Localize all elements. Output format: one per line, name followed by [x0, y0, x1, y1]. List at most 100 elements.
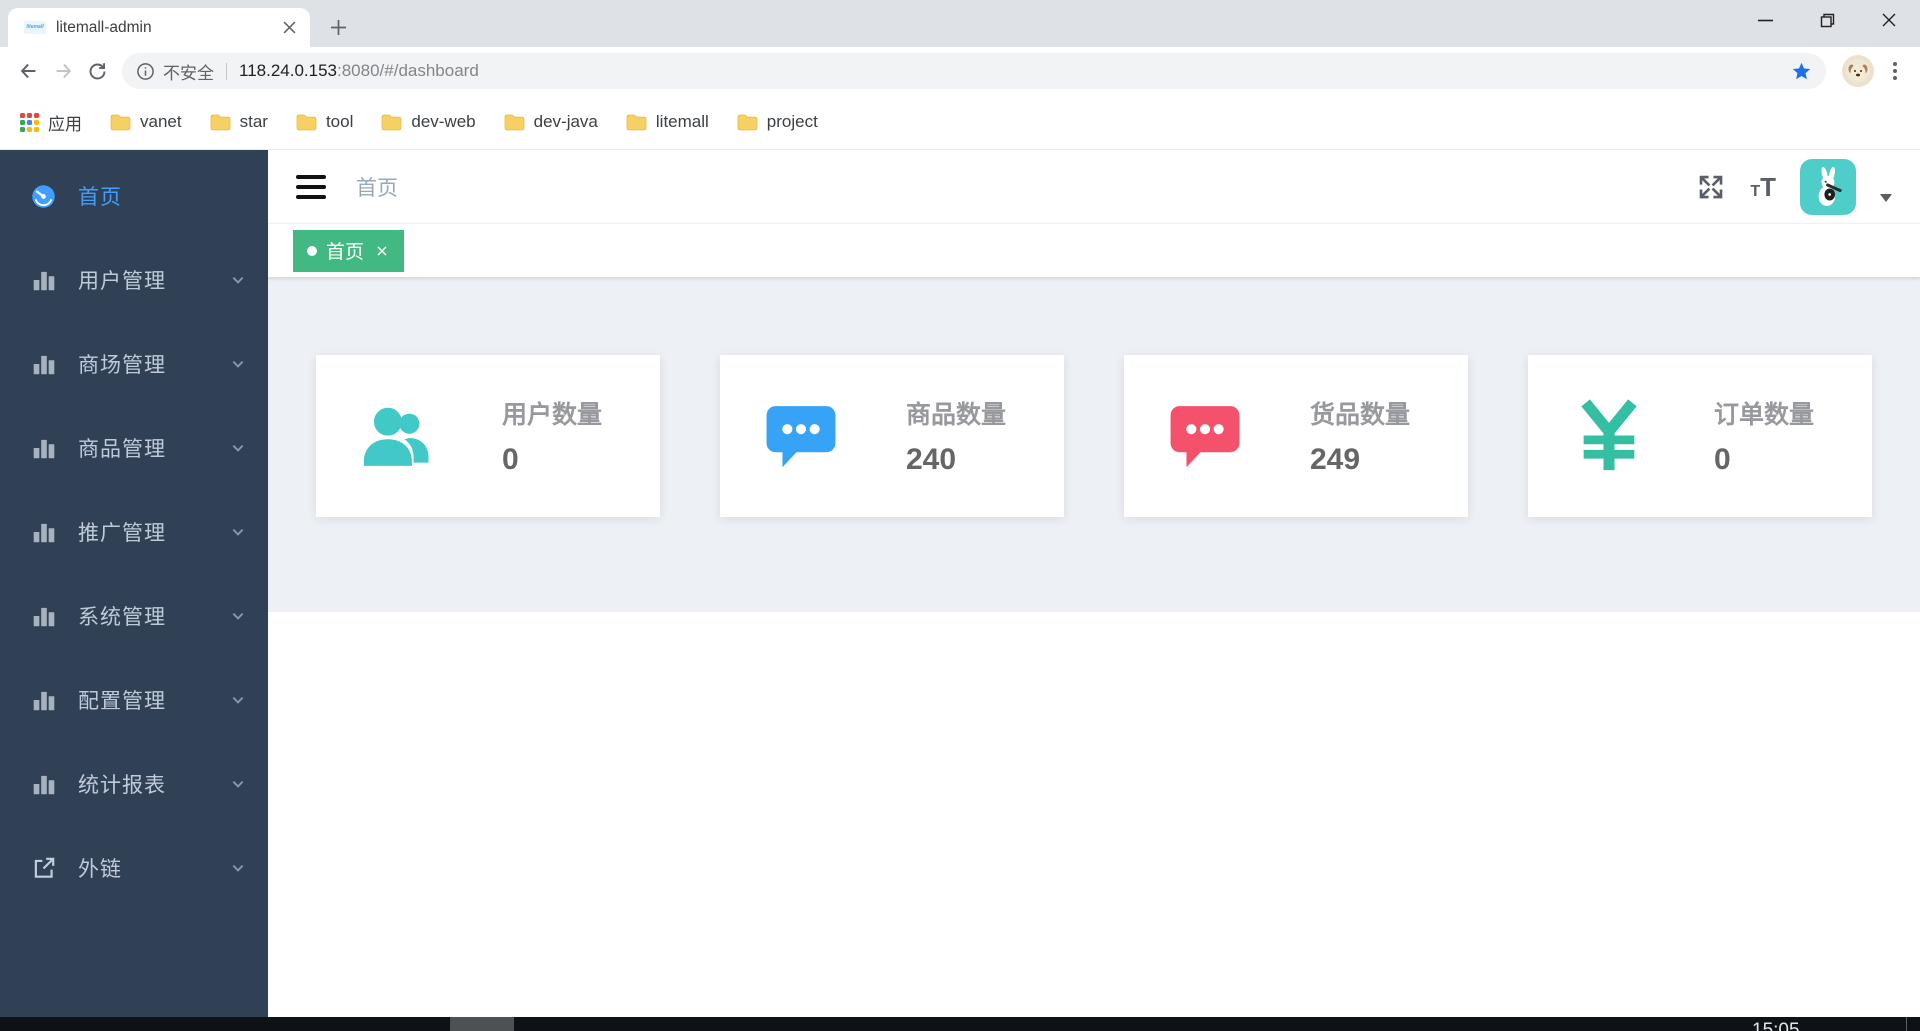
- new-tab-button[interactable]: [324, 13, 352, 41]
- tab-close-icon[interactable]: [280, 19, 298, 37]
- bookmark-folder[interactable]: tool: [290, 108, 365, 136]
- browser-tab-strip: litemall litemall-admin: [0, 0, 1920, 47]
- hamburger-icon[interactable]: [296, 174, 326, 199]
- tag-item[interactable]: 首页: [293, 229, 405, 272]
- chevron-down-icon: [230, 776, 246, 792]
- sidebar-item[interactable]: 配置管理: [0, 658, 268, 742]
- apps-shortcut[interactable]: 应用: [14, 106, 94, 139]
- chevron-down-icon: [230, 440, 246, 456]
- sidebar-item[interactable]: 商场管理: [0, 322, 268, 406]
- browser-tab[interactable]: litemall litemall-admin: [8, 8, 310, 47]
- bookmark-star-icon[interactable]: [1791, 61, 1812, 82]
- content-blank: [268, 612, 1920, 1017]
- stat-card: 订单数量 0: [1528, 355, 1872, 517]
- bar-chart-icon: [30, 771, 57, 798]
- back-button[interactable]: [12, 54, 46, 88]
- folder-icon: [296, 114, 317, 131]
- url-path: :8080/#/dashboard: [337, 61, 479, 80]
- stat-card-value: 0: [1714, 443, 1731, 476]
- avatar-dropdown-caret[interactable]: [1880, 193, 1892, 202]
- folder-icon: [626, 114, 647, 131]
- sidebar: 首页 用户管理 商场管理 商品管理 推广管理 系统管理 配置管理 统计报表 外链: [0, 150, 268, 1017]
- users-icon: [358, 397, 436, 475]
- chat-bubble-icon: [762, 397, 840, 475]
- bookmark-folder-label: project: [766, 112, 818, 131]
- sidebar-item[interactable]: 系统管理: [0, 574, 268, 658]
- user-avatar[interactable]: [1800, 158, 1856, 215]
- folder-icon: [210, 114, 231, 131]
- bookmark-folder[interactable]: dev-web: [375, 108, 487, 136]
- sidebar-item-label: 商品管理: [78, 438, 166, 461]
- font-size-icon[interactable]: TT: [1750, 174, 1776, 200]
- bookmark-folder-label: star: [239, 112, 268, 131]
- bookmark-folder-label: litemall: [655, 112, 709, 131]
- url-host: 118.24.0.153: [239, 61, 337, 80]
- stat-card: 货品数量 249: [1124, 355, 1468, 517]
- bar-chart-icon: [30, 267, 57, 294]
- minimize-button[interactable]: [1734, 0, 1796, 40]
- external-link-icon: [30, 855, 57, 882]
- apps-grid-icon: [20, 112, 39, 132]
- stat-card-title: 用户数量: [502, 401, 603, 429]
- tab-title: litemall-admin: [56, 18, 152, 36]
- sidebar-item-label: 用户管理: [78, 270, 166, 293]
- app-window: 首页 用户管理 商场管理 商品管理 推广管理 系统管理 配置管理 统计报表 外链…: [0, 150, 1920, 1017]
- bookmark-folder[interactable]: star: [204, 108, 280, 136]
- sidebar-item-label: 统计报表: [78, 774, 166, 797]
- chevron-down-icon: [230, 692, 246, 708]
- sidebar-item[interactable]: 用户管理: [0, 238, 268, 322]
- bookmark-folder-label: vanet: [140, 112, 182, 131]
- bar-chart-icon: [30, 603, 57, 630]
- bookmark-folder-label: dev-java: [533, 112, 598, 131]
- bar-chart-icon: [30, 435, 57, 462]
- tags-view: 首页: [268, 223, 1920, 278]
- window-controls: [1734, 0, 1920, 40]
- taskbar-active-app[interactable]: [450, 1017, 514, 1031]
- bookmarks-bar: 应用 vanet star tool dev-web dev-java lite…: [0, 95, 1920, 150]
- restore-button[interactable]: [1796, 0, 1858, 40]
- bookmark-folder-label: dev-web: [411, 112, 476, 131]
- stat-card-title: 商品数量: [906, 401, 1007, 429]
- folder-icon: [381, 114, 402, 131]
- address-bar[interactable]: 不安全 118.24.0.153:8080/#/dashboard: [122, 53, 1826, 89]
- sidebar-item-label: 外链: [78, 858, 122, 881]
- sidebar-item[interactable]: 首页: [0, 154, 268, 238]
- site-info-icon[interactable]: [136, 62, 155, 81]
- bookmark-folder[interactable]: litemall: [620, 108, 721, 136]
- sidebar-item[interactable]: 外链: [0, 826, 268, 910]
- bar-chart-icon: [30, 519, 57, 546]
- chevron-down-icon: [230, 524, 246, 540]
- taskbar-separator: [1906, 1017, 1907, 1031]
- sidebar-item-label: 首页: [78, 186, 122, 209]
- sidebar-item[interactable]: 统计报表: [0, 742, 268, 826]
- bookmark-folder[interactable]: vanet: [104, 108, 194, 136]
- sidebar-item-label: 推广管理: [78, 522, 166, 545]
- stat-card: 用户数量 0: [316, 355, 660, 517]
- taskbar-clock[interactable]: 15:05: [1752, 1020, 1800, 1031]
- yen-icon: [1570, 397, 1648, 475]
- tag-close-icon[interactable]: [374, 243, 390, 259]
- navbar-right: TT: [1696, 158, 1892, 215]
- tag-label: 首页: [326, 242, 365, 263]
- browser-profile-avatar[interactable]: [1842, 55, 1874, 87]
- folder-icon: [737, 114, 758, 131]
- breadcrumb[interactable]: 首页: [356, 172, 398, 202]
- reload-button[interactable]: [80, 54, 114, 88]
- forward-button[interactable]: [46, 54, 80, 88]
- main-area: 首页 TT 首页 用户数量 0 商品数量 240 货品数量 249 订单数量 0: [268, 150, 1920, 1017]
- tag-active-dot: [307, 245, 317, 256]
- bar-chart-icon: [30, 351, 57, 378]
- divider: [226, 62, 227, 80]
- browser-menu-icon[interactable]: [1880, 56, 1910, 86]
- fullscreen-icon[interactable]: [1696, 172, 1726, 202]
- bar-chart-icon: [30, 687, 57, 714]
- stat-card-title: 货品数量: [1310, 401, 1411, 429]
- close-button[interactable]: [1858, 0, 1920, 40]
- folder-icon: [110, 114, 131, 131]
- sidebar-item[interactable]: 推广管理: [0, 490, 268, 574]
- stat-card-value: 0: [502, 443, 519, 476]
- bookmark-folder[interactable]: project: [731, 108, 830, 136]
- sidebar-item[interactable]: 商品管理: [0, 406, 268, 490]
- url-text: 118.24.0.153:8080/#/dashboard: [239, 61, 479, 81]
- bookmark-folder[interactable]: dev-java: [498, 108, 610, 136]
